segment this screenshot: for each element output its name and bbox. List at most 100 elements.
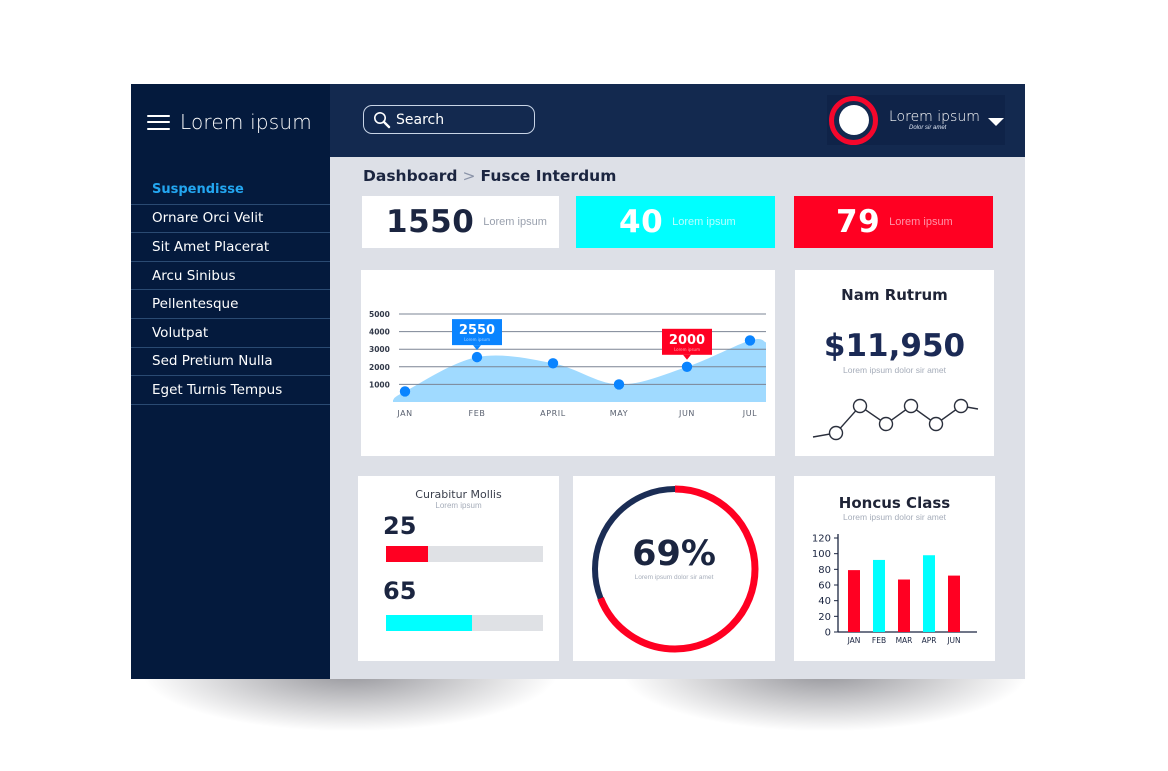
progress-track-1 [386, 546, 543, 562]
kpi-value: 40 [619, 204, 664, 240]
sidebar-item-sed-pretium-nulla[interactable]: Sed Pretium Nulla [131, 348, 330, 377]
bar [898, 579, 910, 632]
bar [923, 555, 935, 632]
search-box[interactable] [363, 105, 535, 134]
progress-fill-2 [386, 615, 473, 631]
data-point [399, 386, 411, 397]
avatar[interactable] [829, 95, 878, 145]
progress-value-1: 25 [383, 512, 417, 540]
kpi-value: 1550 [386, 204, 475, 240]
brand-title: Lorem ipsum [180, 110, 312, 134]
frame-shadow-left [140, 672, 560, 732]
kpi-label: Lorem ipsum [889, 216, 953, 228]
y-tick-label: 0 [825, 628, 831, 639]
data-tooltip: 2000Lorem ipsum [662, 328, 712, 360]
user-name: Lorem ipsum [889, 109, 980, 125]
bar [848, 570, 860, 632]
x-tick-label: FEB [469, 409, 486, 418]
sidebar-item-volutpat[interactable]: Volutpat [131, 319, 330, 348]
y-tick-label: 60 [818, 581, 831, 592]
data-point [744, 335, 756, 346]
user-menu[interactable]: Lorem ipsum Dolor sir amet [827, 95, 1005, 145]
bar [873, 559, 885, 632]
kpi-label: Lorem ipsum [672, 216, 736, 228]
x-tick-label: MAR [896, 636, 913, 645]
donut-center: 69% Lorem ipsum dolor sir amet [573, 534, 775, 581]
revenue-subtitle: Lorem ipsum dolor sir amet [843, 365, 946, 375]
y-tick-label: 100 [812, 549, 831, 560]
tooltip-pointer [683, 354, 691, 360]
progress-card: Curabitur Mollis Lorem ipsum 25 65 [358, 476, 559, 661]
donut-card: 69% Lorem ipsum dolor sir amet [573, 476, 775, 661]
progress-value-2: 65 [383, 577, 417, 605]
bar-chart-card: 0 20 40 60 80 100 120 JAN FEB MAR APR JUN Honcus Cl… [794, 476, 995, 661]
area-chart: 1000 2000 3000 4000 5000 JAN FEB APRIL MAY JUN JUL… [369, 310, 766, 418]
caret-down-icon[interactable] [987, 118, 1004, 126]
sparkline-point [928, 416, 944, 432]
y-tick-label: 40 [818, 596, 831, 607]
y-tick-label: 4000 [369, 328, 390, 337]
progress-title: Curabitur Mollis [415, 488, 502, 501]
breadcrumb-current: Fusce Interdum [480, 167, 617, 185]
sidebar: Lorem ipsum Suspendisse Ornare Orci Veli… [131, 84, 330, 679]
data-point [613, 379, 625, 390]
x-tick-label: JUN [678, 409, 695, 418]
x-tick-label: JUN [946, 636, 960, 645]
tooltip-value: 2550 [459, 323, 495, 338]
y-tick-label: 120 [812, 534, 831, 545]
sidebar-item-suspendisse[interactable]: Suspendisse [131, 176, 330, 205]
y-tick-label: 1000 [369, 380, 390, 389]
x-tick-label: JAN [396, 409, 412, 418]
y-tick-label: 2000 [369, 363, 390, 372]
sparkline-point [953, 398, 969, 414]
x-tick-label: JUL [742, 409, 757, 418]
hamburger-menu-icon[interactable] [147, 114, 170, 130]
breadcrumb-dashboard[interactable]: Dashboard [363, 167, 458, 185]
kpi-label: Lorem ipsum [483, 216, 547, 228]
progress-subtitle: Lorem ipsum [435, 501, 482, 510]
sparkline-point [878, 416, 894, 432]
donut-subtitle: Lorem ipsum dolor sir amet [634, 574, 714, 581]
progress-fill-1 [386, 546, 429, 562]
data-point [681, 361, 693, 372]
kpi-card-red: 79 Lorem ipsum [794, 196, 993, 248]
breadcrumb-separator-icon: > [462, 167, 476, 185]
data-point [547, 358, 559, 369]
progress-track-2 [386, 615, 543, 631]
sidebar-item-pellentesque[interactable]: Pellentesque [131, 290, 330, 319]
data-point [471, 351, 483, 363]
x-tick-label: APRIL [540, 409, 566, 418]
tooltip-sublabel: Lorem ipsum [464, 337, 490, 342]
kpi-value: 79 [836, 204, 881, 240]
data-tooltip: 2550Lorem ipsum [452, 319, 502, 351]
y-tick-label: 5000 [369, 310, 390, 319]
magnifier-icon [374, 111, 391, 128]
sparkline-point [828, 425, 844, 441]
sidebar-item-ornare-orci-velit[interactable]: Ornare Orci Velit [131, 205, 330, 234]
sidebar-item-eget-turnis-tempus[interactable]: Eget Turnis Tempus [131, 376, 330, 405]
x-tick-label: MAY [610, 409, 628, 418]
search-input[interactable] [396, 111, 516, 128]
sparkline-point [903, 398, 919, 414]
bar-chart: 0 20 40 60 80 100 120 JAN FEB MAR APR JUN [812, 534, 977, 645]
x-tick-label: APR [922, 636, 937, 645]
sidebar-item-arcu-sinibus[interactable]: Arcu Sinibus [131, 262, 330, 291]
kpi-card-total: 1550 Lorem ipsum [362, 196, 559, 248]
x-tick-label: JAN [847, 636, 861, 645]
y-tick-label: 3000 [369, 345, 390, 354]
brand: Lorem ipsum [147, 110, 312, 134]
frame-shadow-right [620, 672, 1030, 732]
area-chart-card: 1000 2000 3000 4000 5000 JAN FEB APRIL MAY JUN JUL… [361, 270, 775, 456]
y-tick-label: 80 [818, 565, 831, 576]
top-bar: Lorem ipsum Dolor sir amet [330, 84, 1025, 157]
y-tick-label: 20 [818, 612, 831, 623]
user-info: Lorem ipsum Dolor sir amet [889, 109, 980, 131]
kpi-card-cyan: 40 Lorem ipsum [576, 196, 775, 248]
sidebar-menu: Suspendisse Ornare Orci Velit Sit Amet P… [131, 176, 330, 405]
dashboard-window: Lorem ipsum Suspendisse Ornare Orci Veli… [131, 84, 1025, 679]
revenue-card: Nam Rutrum $11,950 Lorem ipsum dolor sir… [795, 270, 994, 456]
sidebar-item-sit-amet-placerat[interactable]: Sit Amet Placerat [131, 233, 330, 262]
revenue-title: Nam Rutrum [841, 286, 948, 304]
donut-value: 69% [632, 534, 716, 574]
avatar-image [838, 105, 869, 135]
